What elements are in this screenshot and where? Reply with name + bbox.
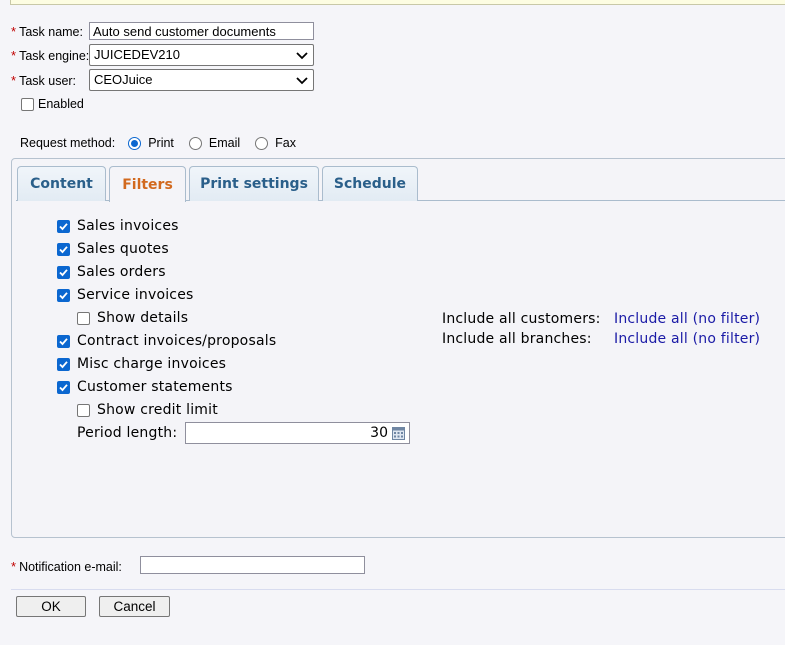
period-length-value: 30 [370,425,388,441]
radio-email[interactable] [188,136,202,150]
tab-filters[interactable]: Filters [109,166,186,202]
radio-print[interactable] [128,136,142,150]
service-invoices-checkbox[interactable] [57,288,70,302]
tab-content[interactable]: Content [17,166,106,201]
sales-orders-label: Sales orders [77,264,166,280]
cancel-button[interactable]: Cancel [99,596,170,617]
notification-email-label: Notification e-mail: [19,559,122,574]
misc-charge-invoices-checkbox[interactable] [57,357,70,371]
filter-contract-invoices: Contract invoices/proposals [57,333,276,349]
task-name-label: Task name: [19,24,83,39]
show-credit-limit-label: Show credit limit [97,402,218,418]
required-marker: * [11,559,17,574]
include-branches-label: Include all branches: [442,331,592,347]
enabled-row: Enabled [21,97,84,111]
enabled-checkbox[interactable] [21,97,34,111]
customer-statements-label: Customer statements [77,379,233,395]
check-icon [59,383,68,391]
filter-customer-statements: Customer statements [57,379,233,395]
required-marker: * [11,73,17,88]
check-icon [59,291,68,299]
request-method-row: Request method: Print Email Fax [20,136,296,150]
chevron-down-icon [296,52,308,60]
filter-show-details: Show details [77,310,188,326]
request-method-label: Request method: [20,136,116,150]
task-engine-select[interactable]: JUICEDEV210 [89,44,314,66]
period-length-input[interactable]: 30 [185,422,410,444]
required-marker: * [11,24,17,39]
task-user-value: CEOJuice [94,72,153,87]
include-branches-link[interactable]: Include all (no filter) [614,331,760,347]
ok-button[interactable]: OK [16,596,86,617]
sales-invoices-checkbox[interactable] [57,219,70,233]
radio-fax[interactable] [255,136,269,150]
top-message-bar [10,0,785,5]
chevron-down-icon [296,77,308,85]
show-details-label: Show details [97,310,189,326]
task-user-select[interactable]: CEOJuice [89,69,314,91]
include-customers-link[interactable]: Include all (no filter) [614,311,760,327]
enabled-label: Enabled [38,97,84,111]
sales-orders-checkbox[interactable] [57,265,70,279]
task-name-row: * Task name: [11,24,83,39]
footer-divider [11,589,785,590]
filter-show-credit-limit: Show credit limit [77,402,218,418]
notification-email-input[interactable] [140,556,365,574]
check-icon [59,245,68,253]
show-credit-limit-checkbox[interactable] [77,403,90,417]
required-marker: * [11,48,17,63]
show-details-checkbox[interactable] [77,311,90,325]
misc-charge-invoices-label: Misc charge invoices [77,356,227,372]
filter-sales-invoices: Sales invoices [57,218,179,234]
check-icon [59,222,68,230]
contract-invoices-label: Contract invoices/proposals [77,333,277,349]
calendar-icon[interactable] [392,426,405,440]
service-invoices-label: Service invoices [77,287,194,303]
task-engine-value: JUICEDEV210 [94,47,180,62]
task-engine-row: * Task engine: [11,48,89,63]
filter-sales-quotes: Sales quotes [57,241,169,257]
radio-fax-label: Fax [275,136,297,150]
task-user-row: * Task user: [11,73,76,88]
task-user-label: Task user: [19,73,77,88]
tab-schedule[interactable]: Schedule [322,166,418,201]
task-engine-label: Task engine: [19,48,90,63]
radio-email-label: Email [208,136,241,150]
period-length-label: Period length: [77,425,178,441]
check-icon [59,268,68,276]
sales-invoices-label: Sales invoices [77,218,179,234]
filter-misc-charge-invoices: Misc charge invoices [57,356,226,372]
radio-print-label: Print [148,136,174,150]
filter-sales-orders: Sales orders [57,264,166,280]
contract-invoices-checkbox[interactable] [57,334,70,348]
check-icon [59,337,68,345]
sales-quotes-checkbox[interactable] [57,242,70,256]
task-name-input[interactable] [89,22,314,40]
sales-quotes-label: Sales quotes [77,241,169,257]
tab-print-settings[interactable]: Print settings [189,166,319,201]
include-customers-label: Include all customers: [442,311,601,327]
notification-row: * Notification e-mail: [11,559,122,574]
check-icon [59,360,68,368]
customer-statements-checkbox[interactable] [57,380,70,394]
filter-service-invoices: Service invoices [57,287,194,303]
